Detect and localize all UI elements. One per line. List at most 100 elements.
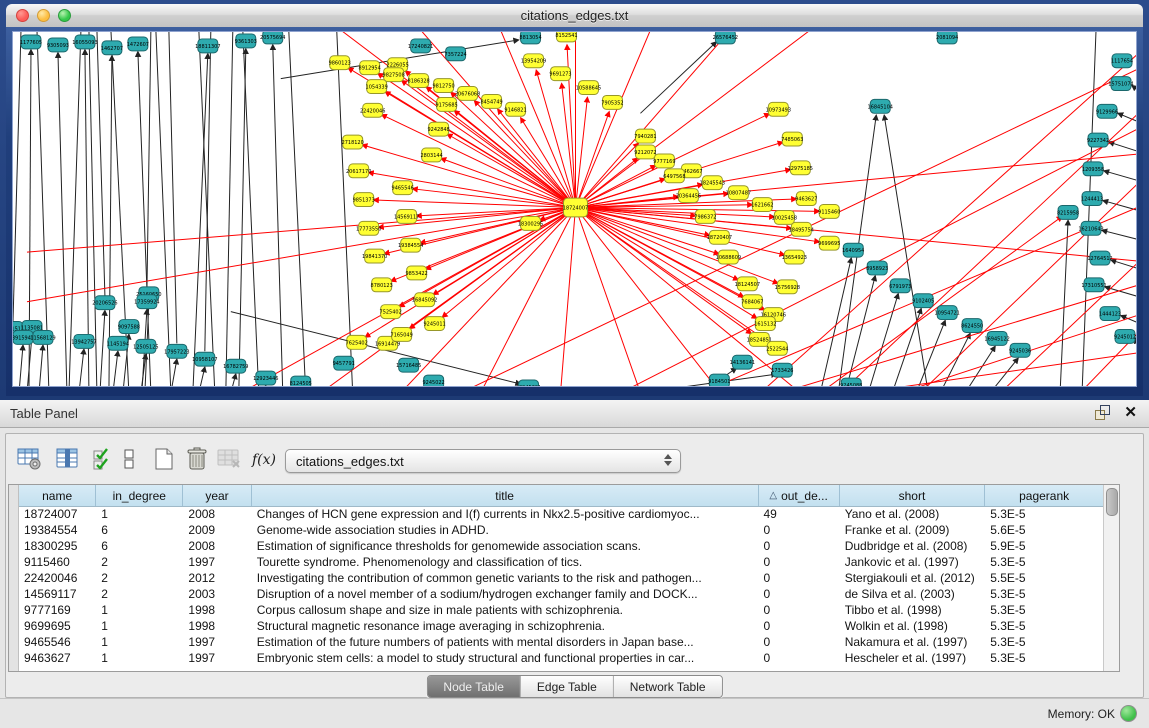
network-window-titlebar[interactable]: citations_edges.txt (6, 4, 1143, 28)
column-header-out_de[interactable]: △out_de... (759, 485, 840, 506)
float-panel-icon[interactable] (1095, 405, 1110, 420)
graph-node[interactable]: 17240821 (408, 39, 433, 53)
graph-node[interactable]: 9245022 (423, 375, 445, 386)
graph-node[interactable]: 9097588 (118, 320, 140, 334)
graph-node[interactable]: 10588645 (576, 81, 601, 95)
memory-status-dot[interactable] (1120, 705, 1137, 722)
graph-node[interactable]: 2718120 (342, 135, 364, 149)
graph-node[interactable]: 8186328 (408, 74, 430, 88)
graph-node[interactable]: 9242848 (428, 122, 450, 136)
graph-node[interactable]: 16945122 (984, 331, 1009, 345)
graph-node[interactable]: 15751074 (1108, 77, 1133, 91)
graph-node[interactable]: 6497568 (663, 169, 685, 183)
graph-node[interactable]: 8124505 (290, 376, 312, 386)
graph-node[interactable]: 9184501 (708, 374, 730, 386)
graph-node[interactable]: 2522544 (766, 341, 788, 355)
graph-node[interactable]: 18720407 (707, 230, 732, 244)
table-row[interactable]: 977716911998Corpus callosum shape and si… (19, 602, 1104, 618)
graph-node[interactable]: 9129966 (1096, 104, 1118, 118)
column-header-name[interactable]: name (19, 485, 96, 506)
graph-node[interactable]: 8215958 (1057, 206, 1079, 220)
table-options-icon[interactable] (16, 446, 44, 472)
graph-node[interactable]: 16782759 (223, 359, 248, 373)
column-header-year[interactable]: year (183, 485, 251, 506)
graph-node[interactable]: 1640954 (842, 243, 864, 257)
graph-node[interactable]: 17310551 (1081, 278, 1106, 292)
graph-node[interactable]: 9463627 (795, 192, 817, 206)
tab-node-table[interactable]: Node Table (427, 676, 521, 697)
graph-node[interactable]: 14136141 (730, 355, 755, 369)
graph-node[interactable]: 13942757 (71, 334, 96, 348)
network-canvas[interactable]: 1830029598601238912954222605598275088186… (12, 31, 1137, 387)
graph-node[interactable]: 10973493 (766, 102, 791, 116)
close-panel-icon[interactable]: ✕ (1124, 405, 1137, 420)
graph-node[interactable]: 18300295 (518, 216, 543, 230)
table-row[interactable]: 1872400712008Changes of HCN gene express… (19, 506, 1104, 522)
graph-node[interactable]: 8152541 (555, 32, 577, 42)
graph-node[interactable]: 10807487 (726, 186, 751, 200)
graph-node[interactable]: 16845104 (868, 99, 893, 113)
graph-node[interactable]: 18245543 (700, 176, 725, 190)
graph-node[interactable]: 7986372 (694, 209, 716, 223)
graph-node[interactable]: 9361303 (235, 34, 257, 48)
graph-node[interactable]: 8912954 (359, 61, 381, 75)
graph-node[interactable]: 12505125 (133, 339, 158, 353)
table-row[interactable]: 1830029562008Estimation of significance … (19, 538, 1104, 554)
graph-node[interactable]: 17957223 (164, 344, 189, 358)
graph-node[interactable]: 18811307 (195, 39, 220, 53)
graph-node[interactable]: 1615132 (754, 317, 776, 331)
graph-node[interactable]: 19384554 (398, 238, 423, 252)
graph-node[interactable]: 8780123 (371, 278, 393, 292)
column-header-short[interactable]: short (840, 485, 986, 506)
tab-edge-table[interactable]: Edge Table (521, 676, 614, 697)
function-builder-icon[interactable]: f(x) (250, 446, 278, 472)
scrollbar-thumb[interactable] (1106, 488, 1118, 516)
select-all-icon[interactable] (90, 446, 118, 472)
graph-node[interactable]: 7357224 (444, 47, 466, 61)
graph-node[interactable]: 22420046 (360, 103, 385, 117)
graph-node[interactable]: 10025458 (772, 210, 797, 224)
graph-node[interactable]: 1444123 (1099, 307, 1121, 321)
graph-node[interactable]: 9777169 (653, 154, 675, 168)
graph-node[interactable]: 11568129 (30, 330, 55, 344)
column-header-title[interactable]: title (252, 485, 759, 506)
graph-node[interactable]: 20206526 (92, 296, 117, 310)
graph-node[interactable]: 9245036 (1009, 343, 1031, 357)
graph-node[interactable]: 1177605 (20, 35, 42, 49)
column-header-in_degree[interactable]: in_degree (96, 485, 183, 506)
graph-node[interactable]: 13654923 (782, 250, 807, 264)
graph-node[interactable]: 20575694 (260, 32, 285, 44)
delete-column-icon[interactable] (216, 446, 244, 472)
table-row[interactable]: 1938455462009Genome-wide association stu… (19, 522, 1104, 538)
graph-node[interactable]: 1117654 (1111, 54, 1133, 68)
hub-node[interactable]: 18724007 (563, 198, 588, 217)
graph-node[interactable]: 26576452 (713, 32, 738, 44)
graph-node[interactable]: 8958923 (866, 261, 888, 275)
graph-node[interactable]: 9305093 (47, 38, 69, 52)
graph-node[interactable]: 1145194 (107, 336, 129, 350)
graph-node[interactable]: 12975185 (788, 161, 813, 175)
graph-node[interactable]: 2081094 (936, 32, 958, 44)
graph-node[interactable]: 9860123 (329, 56, 351, 70)
graph-node[interactable]: 8624550 (961, 319, 983, 333)
graph-node[interactable]: 16845092 (412, 293, 437, 307)
graph-node[interactable]: 9699695 (818, 236, 840, 250)
graph-node[interactable]: 1462707 (101, 41, 123, 55)
graph-node[interactable]: 9465546 (392, 181, 414, 195)
graph-node[interactable]: 7940281 (634, 129, 656, 143)
graph-node[interactable]: 6791973 (889, 279, 911, 293)
graph-node[interactable]: 10954721 (934, 306, 959, 320)
graph-node[interactable]: 19841370 (362, 249, 387, 263)
graph-node[interactable]: 20364456 (676, 189, 701, 203)
graph-node[interactable]: 16210643 (1078, 221, 1103, 235)
graph-node[interactable]: 10958107 (192, 352, 217, 366)
graph-node[interactable]: 9212072 (634, 145, 656, 159)
graph-node[interactable]: 1733426 (771, 363, 793, 377)
deselect-all-icon[interactable] (122, 446, 138, 472)
graph-node[interactable]: 9457791 (333, 356, 355, 370)
graph-node[interactable]: 7684067 (741, 295, 763, 309)
graph-node[interactable]: 12923446 (253, 371, 278, 385)
graph-node[interactable]: 7165049 (391, 327, 413, 341)
table-row[interactable]: 946554611997Estimation of the future num… (19, 634, 1104, 650)
graph-node[interactable]: 16055093 (72, 35, 97, 49)
